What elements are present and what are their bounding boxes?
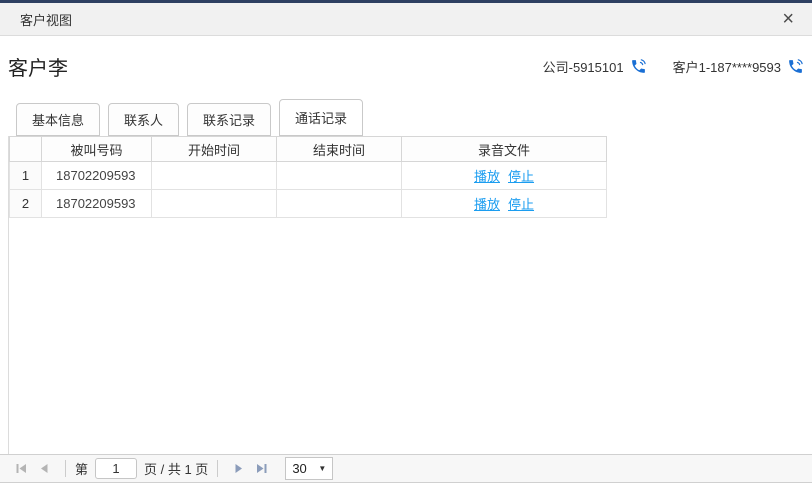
call-records-table: 被叫号码 开始时间 结束时间 录音文件 1 18702209593 播放停止 [9,136,607,218]
column-header-end-time: 结束时间 [277,137,402,162]
customer-phone-label: 客户1-187****9593 [673,57,781,76]
next-page-icon[interactable] [227,462,250,475]
close-icon[interactable]: × [782,9,794,29]
recording-file-cell: 播放停止 [402,162,607,190]
start-time-cell [152,162,277,190]
recording-file-cell: 播放停止 [402,190,607,218]
tab-basic-info[interactable]: 基本信息 [16,103,100,136]
first-page-icon[interactable] [10,462,33,475]
tab-contacts[interactable]: 联系人 [108,103,179,136]
page-size-select[interactable]: 30 ▼ [285,457,333,480]
tab-bar: 基本信息 联系人 联系记录 通话记录 [0,99,812,136]
customer-view-dialog: 客户视图 × 客户李 公司-5915101 客户1-187****9593 [0,0,812,498]
company-phone-label: 公司-5915101 [543,57,624,76]
pagination-bar: 第 页 / 共 1 页 30 ▼ [0,454,812,483]
play-link[interactable]: 播放 [474,169,500,184]
page-number-input[interactable] [95,458,137,479]
page-prefix-label: 第 [75,459,88,478]
row-index: 1 [10,162,42,190]
company-phone-group: 公司-5915101 [543,57,647,76]
table-row: 2 18702209593 播放停止 [10,190,607,218]
pager-divider [65,460,66,477]
stop-link[interactable]: 停止 [508,197,534,212]
table-row: 1 18702209593 播放停止 [10,162,607,190]
phone-call-icon[interactable] [787,58,804,75]
customer-phone-group: 客户1-187****9593 [673,57,804,76]
column-header-called-number: 被叫号码 [42,137,152,162]
called-number-cell: 18702209593 [42,162,152,190]
column-header-recording-file: 录音文件 [402,137,607,162]
column-header-start-time: 开始时间 [152,137,277,162]
call-records-panel: 被叫号码 开始时间 结束时间 录音文件 1 18702209593 播放停止 [8,136,812,461]
end-time-cell [277,162,402,190]
last-page-icon[interactable] [250,462,273,475]
row-index: 2 [10,190,42,218]
chevron-down-icon: ▼ [318,464,326,473]
pager-divider [217,460,218,477]
customer-name: 客户李 [8,52,68,81]
dialog-titlebar: 客户视图 × [0,3,812,36]
tab-contact-records[interactable]: 联系记录 [187,103,271,136]
start-time-cell [152,190,277,218]
dialog-title: 客户视图 [20,10,72,29]
tab-call-records[interactable]: 通话记录 [279,99,363,136]
called-number-cell: 18702209593 [42,190,152,218]
page-count-label: 页 / 共 1 页 [144,459,208,478]
customer-header: 客户李 公司-5915101 客户1-187****9593 [0,36,812,87]
column-header-rownum [10,137,42,162]
page-size-value: 30 [292,461,306,476]
prev-page-icon[interactable] [33,462,56,475]
stop-link[interactable]: 停止 [508,169,534,184]
end-time-cell [277,190,402,218]
play-link[interactable]: 播放 [474,197,500,212]
phone-links: 公司-5915101 客户1-187****9593 [517,57,804,76]
table-header-row: 被叫号码 开始时间 结束时间 录音文件 [10,137,607,162]
phone-call-icon[interactable] [630,58,647,75]
